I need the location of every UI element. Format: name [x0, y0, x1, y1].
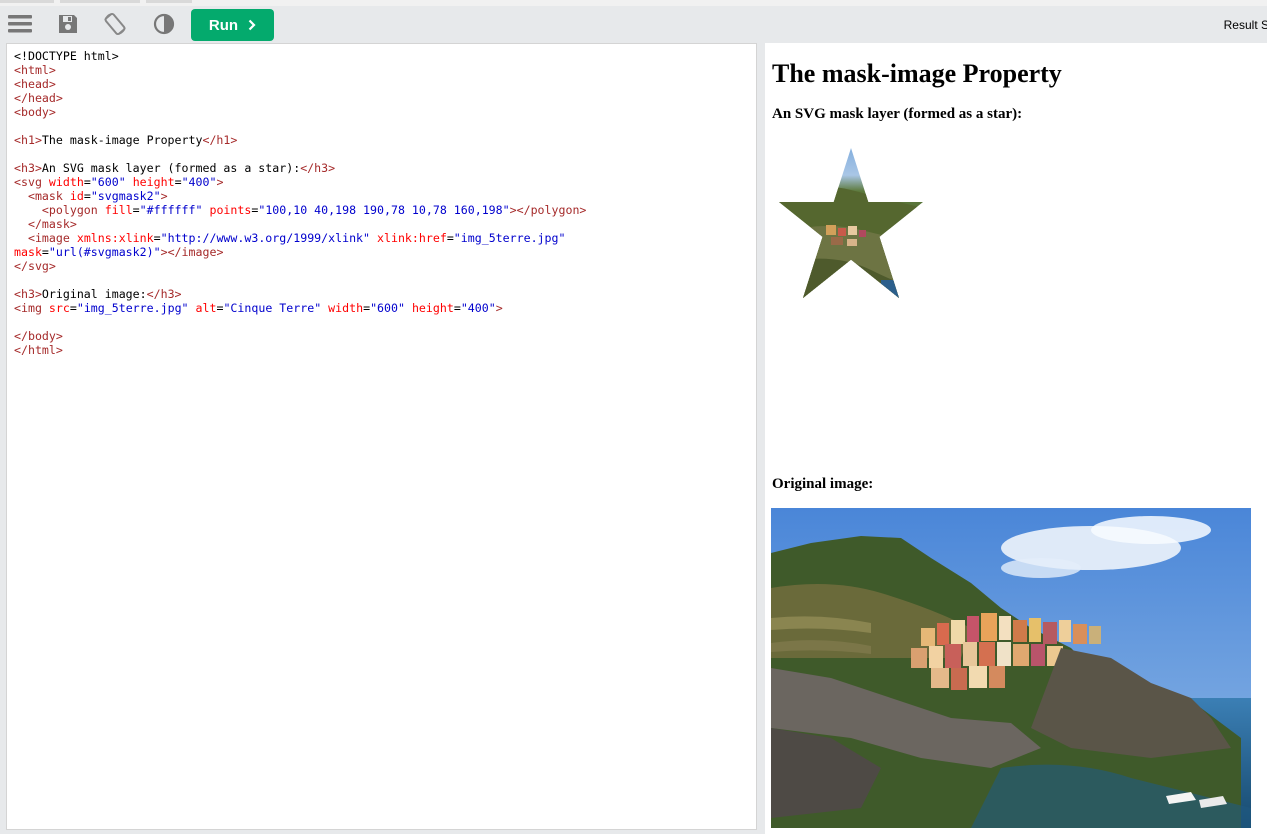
- code-token: "#ffffff": [139, 203, 203, 217]
- theme-toggle-button[interactable]: [148, 10, 180, 38]
- code-token: <!DOCTYPE html>: [14, 49, 119, 63]
- code-text[interactable]: <!DOCTYPE html> <html> <head> </head> <b…: [7, 44, 756, 357]
- code-token: alt: [195, 301, 217, 315]
- code-token: "svgmask2": [90, 189, 161, 203]
- tab-indicator: [146, 0, 192, 3]
- code-token: <svg: [14, 175, 42, 189]
- code-token: "400": [181, 175, 217, 189]
- code-token: fill: [104, 203, 133, 217]
- code-token: "Cinque Terre": [223, 301, 322, 315]
- run-button[interactable]: Run: [191, 9, 274, 41]
- result-size-label: Result S: [1223, 18, 1267, 32]
- code-token: </polygon>: [516, 203, 587, 217]
- rotate-icon: [104, 12, 126, 36]
- code-token: Original image:: [41, 287, 147, 301]
- code-token: </h3>: [300, 161, 336, 175]
- code-token: <polygon: [41, 203, 98, 217]
- save-icon: [59, 15, 77, 33]
- code-editor[interactable]: <!DOCTYPE html> <html> <head> </head> <b…: [6, 43, 757, 830]
- code-token: <mask: [27, 189, 63, 203]
- cinque-terre-image: [771, 508, 1251, 828]
- result-title: The mask-image Property: [772, 59, 1062, 88]
- tab-indicator: [0, 0, 54, 3]
- code-token: <img: [14, 301, 42, 315]
- code-token: "600": [90, 175, 126, 189]
- code-token: height: [132, 175, 175, 189]
- code-token: </svg>: [14, 259, 56, 273]
- code-token: width: [328, 301, 364, 315]
- panel-resize-handle[interactable]: [757, 43, 765, 834]
- code-token: "100,10 40,198 190,78 10,78 160,198": [258, 203, 510, 217]
- code-token: "img_5terre.jpg": [76, 301, 189, 315]
- save-button[interactable]: [52, 10, 84, 38]
- code-token: </body>: [14, 329, 63, 343]
- code-token: The mask-image Property: [41, 133, 203, 147]
- code-token: mask: [14, 245, 42, 259]
- code-token: "400": [460, 301, 496, 315]
- code-token: <h3>: [14, 287, 42, 301]
- tab-indicator: [60, 0, 140, 3]
- code-token: "600": [370, 301, 405, 315]
- code-token: </h3>: [146, 287, 182, 301]
- contrast-icon: [153, 13, 175, 35]
- code-token: "img_5terre.jpg": [453, 231, 566, 245]
- code-token: <h3>: [14, 161, 42, 175]
- code-token: <body>: [14, 105, 56, 119]
- code-token: </html>: [14, 343, 63, 357]
- masked-star-image: [779, 148, 923, 298]
- code-token: </mask>: [27, 217, 77, 231]
- code-token: width: [48, 175, 84, 189]
- menu-button[interactable]: [4, 10, 36, 38]
- code-token: </image>: [167, 245, 224, 259]
- code-token: points: [209, 203, 252, 217]
- code-token: <h1>: [14, 133, 42, 147]
- code-token: "url(#svgmask2)": [48, 245, 161, 259]
- rotate-button[interactable]: [99, 10, 131, 38]
- code-token: <head>: [14, 77, 56, 91]
- original-image-label: Original image:: [772, 476, 874, 492]
- code-token: An SVG mask layer (formed as a star):: [41, 161, 301, 175]
- code-token: "http://www.w3.org/1999/xlink": [160, 231, 371, 245]
- toolbar: Run Result S: [0, 6, 1267, 42]
- code-token: src: [48, 301, 70, 315]
- code-token: <html>: [14, 63, 56, 77]
- code-token: <image: [27, 231, 70, 245]
- code-token: height: [411, 301, 454, 315]
- code-token: </head>: [14, 91, 63, 105]
- run-label: Run: [208, 16, 239, 34]
- chevron-right-icon: [248, 19, 256, 31]
- menu-icon: [8, 15, 32, 33]
- result-panel: The mask-image Property An SVG mask laye…: [765, 43, 1267, 834]
- code-token: xmlns:xlink: [76, 231, 154, 245]
- code-token: </h1>: [202, 133, 238, 147]
- code-token: id: [69, 189, 84, 203]
- result-subtitle: An SVG mask layer (formed as a star):: [772, 106, 1023, 122]
- code-token: xlink:href: [377, 231, 447, 245]
